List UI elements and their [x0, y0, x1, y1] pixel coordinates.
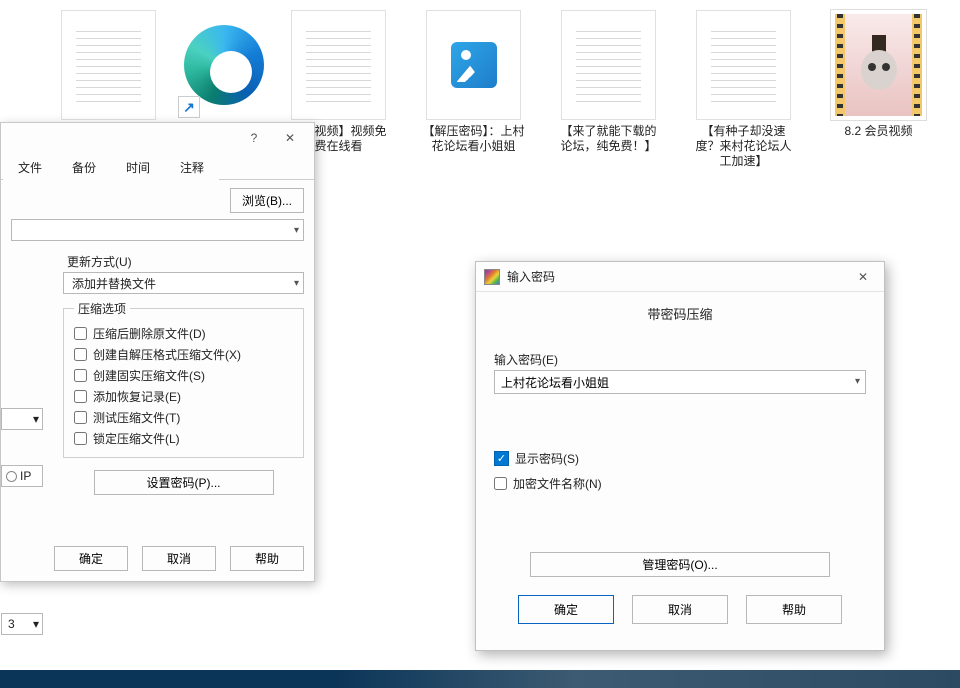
dialog-title: 输入密码 — [507, 268, 555, 285]
left-combo-3[interactable]: 3▾ — [1, 613, 43, 635]
document-icon — [696, 10, 791, 120]
shortcut-arrow-icon: ↗ — [178, 96, 200, 118]
opt-sfx[interactable]: 创建自解压格式压缩文件(X) — [74, 346, 293, 363]
browse-button[interactable]: 浏览(B)... — [230, 188, 304, 213]
cancel-button[interactable]: 取消 — [142, 546, 216, 571]
taskbar[interactable] — [0, 670, 960, 688]
cancel-button[interactable]: 取消 — [632, 595, 728, 624]
checkbox-checked-icon: ✓ — [494, 451, 509, 466]
file-item-video[interactable]: 8.2 会员视频 — [826, 10, 931, 180]
file-label: 8.2 会员视频 — [844, 124, 912, 139]
update-mode-combo[interactable]: 添加并替换文件 ▾ — [63, 272, 304, 294]
ok-button[interactable]: 确定 — [518, 595, 614, 624]
image-file-icon — [426, 10, 521, 120]
opt-lock[interactable]: 锁定压缩文件(L) — [74, 430, 293, 447]
set-password-button[interactable]: 设置密码(P)... — [94, 470, 274, 495]
update-mode-value: 添加并替换文件 — [68, 275, 156, 292]
document-icon — [291, 10, 386, 120]
help-button[interactable]: 帮助 — [746, 595, 842, 624]
format-zip-radio[interactable]: IP — [1, 465, 43, 487]
file-item[interactable]: 【有种子却没速度？来村花论坛人工加速】 — [691, 10, 796, 180]
manage-passwords-button[interactable]: 管理密码(O)... — [530, 552, 830, 577]
tab-file[interactable]: 文件 — [3, 154, 57, 180]
show-password-checkbox[interactable]: ✓ 显示密码(S) — [494, 450, 866, 467]
document-icon — [561, 10, 656, 120]
tab-bar: 文件 备份 时间 注释 — [1, 153, 314, 180]
dialog-heading: 带密码压缩 — [494, 304, 866, 323]
left-combo-1[interactable]: ▾ — [1, 408, 43, 430]
password-dialog: 输入密码 ✕ 带密码压缩 输入密码(E) ▾ ✓ 显示密码(S) 加密文件名称(… — [475, 261, 885, 651]
compression-options-group: 压缩选项 压缩后删除原文件(D) 创建自解压格式压缩文件(X) 创建固实压缩文件… — [63, 300, 304, 458]
video-thumbnail-icon — [831, 10, 926, 120]
compression-dialog: ? ✕ 文件 备份 时间 注释 浏览(B)... ▾ 更新方式(U) 添加并替换… — [0, 122, 315, 582]
chevron-down-icon: ▾ — [294, 225, 299, 236]
opt-delete-after[interactable]: 压缩后删除原文件(D) — [74, 325, 293, 342]
encrypt-filenames-checkbox[interactable]: 加密文件名称(N) — [494, 475, 866, 492]
close-icon[interactable]: ✕ — [272, 126, 308, 150]
update-mode-label: 更新方式(U) — [67, 253, 304, 270]
help-icon[interactable]: ? — [236, 126, 272, 150]
winrar-icon — [484, 269, 500, 285]
options-legend: 压缩选项 — [74, 300, 130, 317]
file-label: 【来了就能下载的论坛，纯免费！】 — [557, 124, 661, 154]
tab-backup[interactable]: 备份 — [57, 154, 111, 180]
file-item[interactable]: 【来了就能下载的论坛，纯免费！】 — [556, 10, 661, 180]
file-label: 【解压密码】：上村花论坛看小姐姐 — [422, 124, 526, 154]
chevron-down-icon: ▾ — [294, 278, 299, 289]
ok-button[interactable]: 确定 — [54, 546, 128, 571]
archive-name-combo[interactable]: ▾ — [11, 219, 304, 241]
password-input[interactable] — [494, 370, 866, 394]
opt-test[interactable]: 测试压缩文件(T) — [74, 409, 293, 426]
tab-comment[interactable]: 注释 — [165, 154, 219, 180]
dialog-titlebar[interactable]: ? ✕ — [1, 123, 314, 153]
help-button[interactable]: 帮助 — [230, 546, 304, 571]
chevron-down-icon: ▾ — [855, 376, 860, 387]
dialog-titlebar[interactable]: 输入密码 ✕ — [476, 262, 884, 292]
close-icon[interactable]: ✕ — [850, 265, 876, 289]
file-label: 【有种子却没速度？来村花论坛人工加速】 — [692, 124, 796, 169]
opt-recovery[interactable]: 添加恢复记录(E) — [74, 388, 293, 405]
document-icon — [61, 10, 156, 120]
opt-solid[interactable]: 创建固实压缩文件(S) — [74, 367, 293, 384]
file-item[interactable]: 【解压密码】：上村花论坛看小姐姐 — [421, 10, 526, 180]
edge-shortcut-icon: ↗ — [176, 10, 271, 120]
tab-time[interactable]: 时间 — [111, 154, 165, 180]
password-input-label: 输入密码(E) — [494, 351, 866, 368]
